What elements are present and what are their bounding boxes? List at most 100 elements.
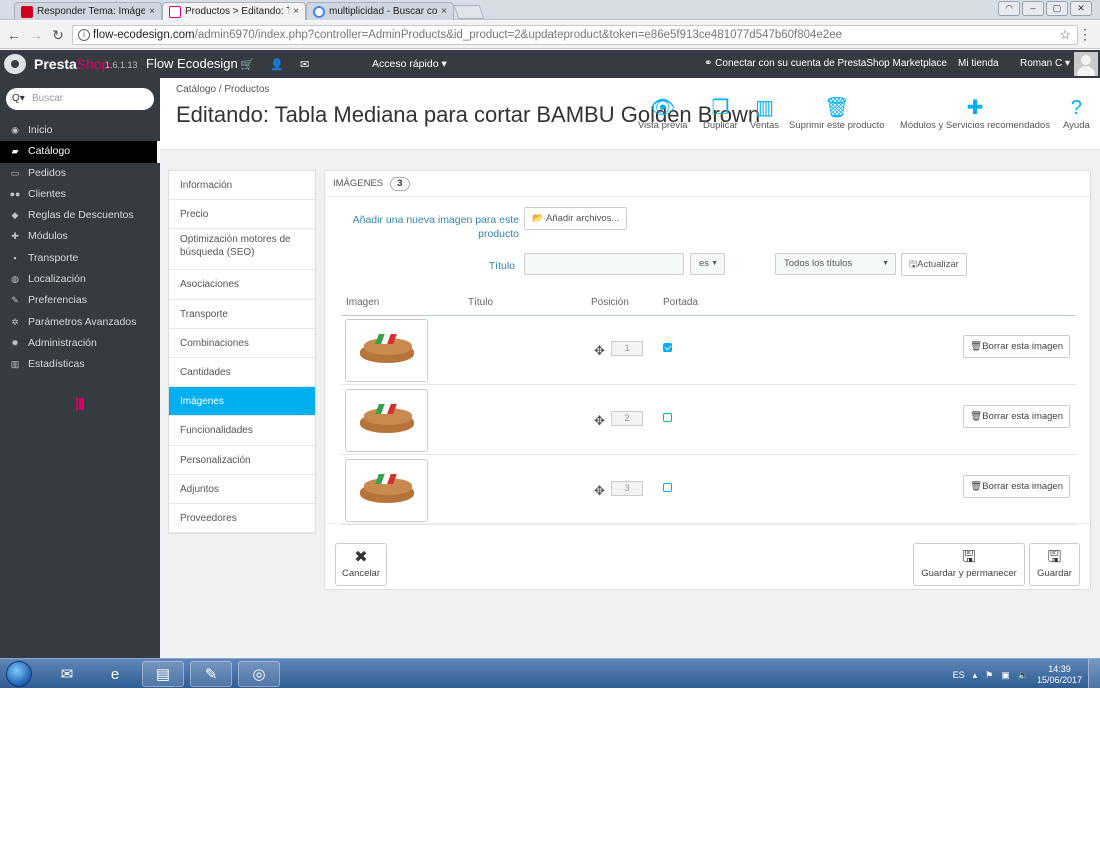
delete-image-button[interactable]: 🗑Borrar esta imagen [963,475,1070,498]
close-window-icon[interactable]: ✕ [1070,1,1092,16]
product-thumbnail[interactable] [345,319,428,382]
duplicate-button[interactable]: ❐ Duplicar [703,96,738,131]
tab-label: Responder Tema: Imágen [37,6,146,17]
tray-expand-icon[interactable]: ▴ [973,670,978,681]
chrome-icon[interactable]: ◎ [238,661,280,687]
collapse-sidebar-handle[interactable] [76,398,84,410]
browser-tab-productos[interactable]: Productos > Editando: Ta × [162,2,306,20]
tab-precio[interactable]: Precio [169,200,315,230]
cover-checkbox[interactable] [663,413,672,422]
sidebar-item-localizacion[interactable]: ◍ Localización [0,269,160,290]
profile-icon[interactable]: ◠ [998,1,1020,16]
bookmark-star-icon[interactable]: ☆ [1059,26,1071,44]
brand-logo[interactable]: PrestaShop [34,56,110,72]
add-files-button[interactable]: 📂 Añadir archivos... [524,207,628,230]
help-button[interactable]: ? Ayuda [1063,96,1090,131]
save-button[interactable]: 🖫 Guardar [1029,543,1080,586]
save-and-stay-button[interactable]: 🖫 Guardar y permanecer [913,543,1025,586]
show-desktop-button[interactable] [1088,659,1100,688]
volume-icon[interactable]: 🔈 [1018,670,1029,681]
cover-checkbox[interactable] [663,483,672,492]
file-explorer-icon[interactable]: ▤ [142,661,184,687]
forward-arrow-icon[interactable]: → [28,27,44,43]
product-thumbnail[interactable] [345,389,428,452]
internet-explorer-icon[interactable]: e [94,661,136,687]
search-input[interactable]: Q▾ Buscar [6,88,154,110]
site-info-icon[interactable]: i [78,29,90,41]
tab-adjuntos[interactable]: Adjuntos [169,475,315,504]
drag-handle-icon[interactable]: ✥ [594,413,605,429]
tab-combinaciones[interactable]: Combinaciones [169,329,315,358]
reload-icon[interactable]: ↻ [50,27,66,43]
tab-personalizacion[interactable]: Personalización [169,446,315,475]
sidebar-item-clientes[interactable]: ●● Clientes [0,184,160,205]
start-button-icon[interactable] [6,661,32,687]
tab-cantidades[interactable]: Cantidades [169,358,315,388]
minimize-icon[interactable]: – [1022,1,1044,16]
sidebar-item-modulos[interactable]: ✚ Módulos [0,226,160,247]
back-arrow-icon[interactable]: ← [6,27,22,43]
my-store-link[interactable]: Mi tienda [958,58,999,69]
help-icon: ? [1070,97,1082,119]
update-button[interactable]: 🖫Actualizar [901,253,967,276]
tab-imagenes[interactable]: Imágenes [169,387,315,417]
tab-informacion[interactable]: Información [169,171,315,201]
sidebar-item-estadisticas[interactable]: ▥ Estadísticas [0,354,160,375]
window-controls: ◠ – ▢ ✕ [998,1,1092,16]
sidebar-item-inicio[interactable]: ◉ Inicio [0,120,160,141]
browser-tab-responder[interactable]: Responder Tema: Imágen × [14,2,162,20]
preview-button[interactable]: 👁 Vista previa [638,96,687,131]
outlook-icon[interactable]: ✉ [46,661,88,687]
sidebar-item-transporte[interactable]: ▪ Transporte [0,248,160,269]
sales-button[interactable]: ▥ Ventas [750,96,779,131]
quick-access-menu[interactable]: Acceso rápido ▾ [372,58,447,70]
browser-tab-google[interactable]: multiplicidad - Buscar co × [306,2,454,20]
tab-asociaciones[interactable]: Asociaciones [169,270,315,300]
tab-transporte[interactable]: Transporte [169,300,315,329]
sidebar-item-catalogo[interactable]: ▰ Catálogo [0,141,160,163]
language-indicator[interactable]: ES [953,670,965,680]
prestashop-logo-icon[interactable] [4,54,26,74]
close-tab-icon[interactable]: × [441,6,447,17]
url-field[interactable]: i flow-ecodesign.com/admin6970/index.php… [72,25,1078,45]
clock[interactable]: 14:39 15/06/2017 [1037,664,1082,686]
title-label: Título [488,260,515,272]
sidebar-item-parametros[interactable]: ✲ Parámetros Avanzados [0,312,160,333]
title-input[interactable] [524,253,684,275]
delete-product-button[interactable]: 🗑 Suprimir este producto [789,96,885,131]
tab-funcionalidades[interactable]: Funcionalidades [169,416,315,446]
paint-icon[interactable]: ✎ [190,661,232,687]
tab-seo[interactable]: Optimización motores de búsqueda (SEO) [169,229,315,271]
product-thumbnail[interactable] [345,459,428,522]
sidebar-item-preferencias[interactable]: ✎ Preferencias [0,290,160,311]
user-menu[interactable]: Roman C ▾ [1020,58,1070,69]
breadcrumb[interactable]: Catálogo / Productos [176,84,269,95]
cancel-button[interactable]: ✖ Cancelar [335,543,387,586]
sidebar-item-administracion[interactable]: ✹ Administración [0,333,160,354]
network-icon[interactable]: ▣ [1001,670,1010,681]
delete-image-button[interactable]: 🗑Borrar esta imagen [963,405,1070,428]
cart-icon[interactable]: 🛒 [240,58,254,71]
flag-icon[interactable]: ⚑ [985,670,993,681]
language-select[interactable]: es ▼ [690,253,725,275]
avatar[interactable] [1074,52,1098,76]
drag-handle-icon[interactable]: ✥ [594,343,605,359]
delete-image-button[interactable]: 🗑Borrar esta imagen [963,335,1070,358]
store-name[interactable]: Flow Ecodesign [146,56,238,71]
search-icon[interactable]: Q▾ [12,88,25,110]
marketplace-connect-link[interactable]: ⚭ Conectar con su cuenta de PrestaShop M… [704,58,947,69]
recommended-modules-button[interactable]: ✚ Módulos y Servicios recomendados [900,96,1050,131]
browser-menu-icon[interactable]: ⋮ [1078,26,1092,43]
customer-icon[interactable]: 👤 [270,58,284,71]
close-tab-icon[interactable]: × [149,6,155,17]
new-tab-button[interactable] [453,5,485,19]
maximize-icon[interactable]: ▢ [1046,1,1068,16]
sidebar-item-pedidos[interactable]: ▭ Pedidos [0,163,160,184]
sidebar-item-descuentos[interactable]: ◆ Reglas de Descuentos [0,205,160,226]
close-tab-icon[interactable]: × [293,6,299,17]
tab-proveedores[interactable]: Proveedores [169,504,315,534]
drag-handle-icon[interactable]: ✥ [594,483,605,499]
envelope-icon[interactable]: ✉ [300,58,309,71]
cover-checkbox[interactable] [663,343,672,352]
titles-select[interactable]: Todos los títulos ▼ [775,253,896,275]
